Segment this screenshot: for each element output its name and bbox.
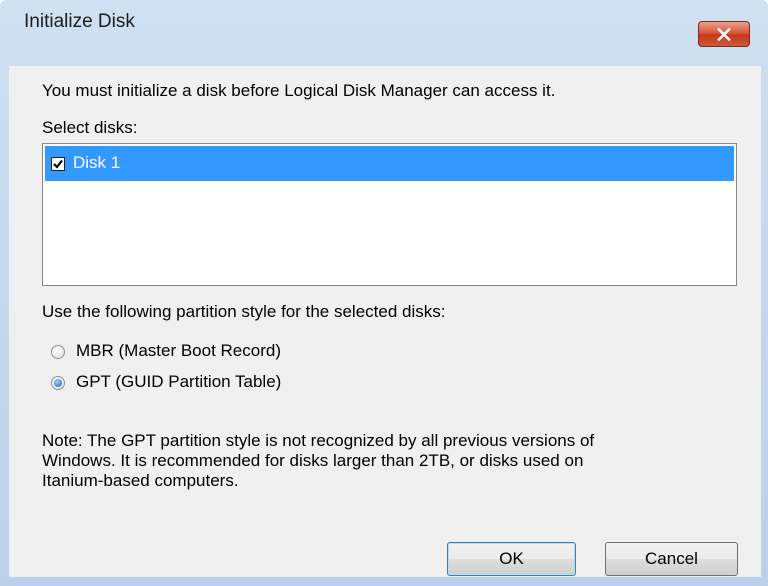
title-bar[interactable]: Initialize Disk [0,0,768,47]
intro-text: You must initialize a disk before Logica… [42,81,556,100]
window-title: Initialize Disk [24,11,135,32]
radio-selected-dot [54,379,62,387]
close-icon [717,27,731,41]
cancel-button[interactable]: Cancel [605,542,738,576]
gpt-label[interactable]: GPT (GUID Partition Table) [76,372,281,392]
ok-button[interactable]: OK [447,542,576,576]
note-line-1: Note: The GPT partition style is not rec… [42,431,595,450]
checkmark-icon [53,159,63,169]
partition-style-label: Use the following partition style for th… [42,302,446,321]
select-disks-label: Select disks: [42,118,138,137]
disk-listbox[interactable]: Disk 1 [42,143,737,286]
disk-list-item[interactable]: Disk 1 [45,146,734,181]
mbr-radio[interactable] [51,345,65,359]
disk-label: Disk 1 [73,153,121,172]
close-button[interactable] [698,21,750,47]
gpt-radio[interactable] [51,376,65,390]
disk-checkbox[interactable] [51,157,65,171]
dialog-window: Initialize Disk You must initialize a di… [0,0,768,586]
note-line-3: Itanium-based computers. [42,471,239,490]
note-line-2: Windows. It is recommended for disks lar… [42,451,584,470]
mbr-label[interactable]: MBR (Master Boot Record) [76,341,281,361]
